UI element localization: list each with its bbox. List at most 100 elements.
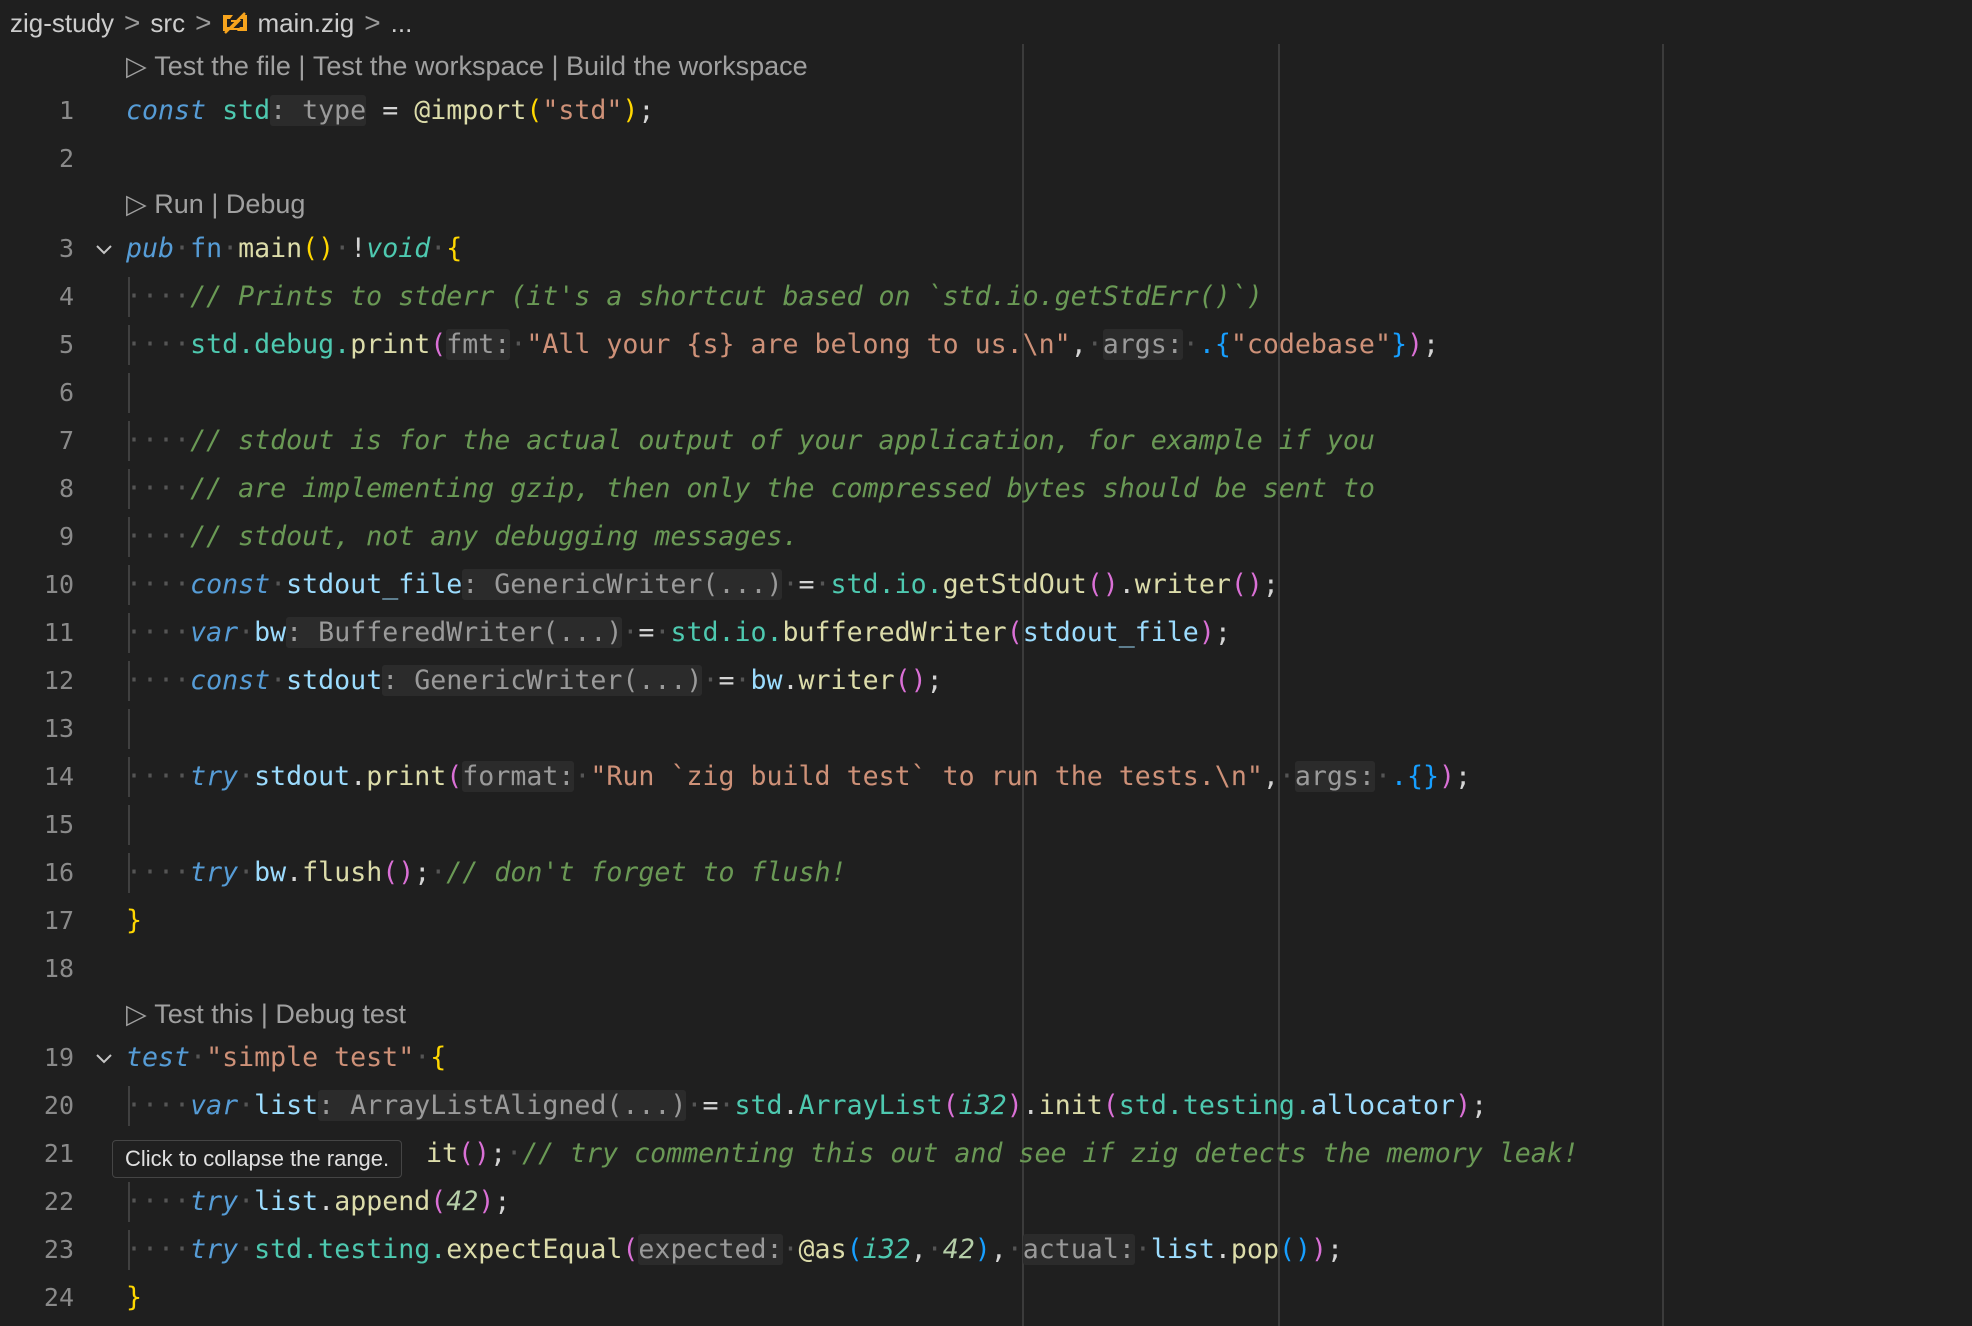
line-content[interactable]: const std: type = @import("std");: [126, 91, 654, 131]
param-hint: fmt:: [446, 329, 511, 360]
breadcrumb-folder-zig-study[interactable]: zig-study: [10, 8, 114, 39]
indent-guide: [128, 805, 130, 845]
token: const: [190, 569, 271, 600]
line-content[interactable]: ····// are implementing gzip, then only …: [126, 469, 1375, 509]
token: writer: [798, 665, 895, 696]
token: main: [238, 233, 303, 264]
code-line: 4 ····// Prints to stderr (it's a shortc…: [0, 277, 1972, 317]
token: ;: [1471, 1090, 1488, 1121]
code-line: 6: [0, 373, 1972, 413]
token: ,: [990, 1234, 1007, 1265]
bracket: }: [1422, 761, 1439, 792]
chevron-down-icon[interactable]: [92, 237, 116, 261]
param-hint: args:: [1102, 329, 1183, 360]
bracket: ): [1406, 329, 1423, 360]
comment: // stdout is for the actual output of yo…: [190, 425, 1375, 456]
type-hint: : GenericWriter(...): [462, 569, 783, 600]
string: "Run `zig build test` to run the tests.\…: [590, 761, 1263, 792]
line-content[interactable]: ····var·list: ArrayListAligned(...)·=·st…: [126, 1086, 1487, 1126]
line-content[interactable]: ····const·stdout: GenericWriter(...)·=·b…: [126, 661, 943, 701]
token: print: [366, 761, 447, 792]
type-hint: : ArrayListAligned(...): [318, 1090, 687, 1121]
bracket: (: [382, 857, 399, 888]
line-content[interactable]: ····const·stdout_file: GenericWriter(...…: [126, 565, 1279, 605]
token: ;: [414, 857, 431, 888]
codelens-debug-test[interactable]: Debug test: [275, 999, 406, 1030]
whitespace: ···: [126, 617, 175, 648]
token: @as: [798, 1234, 847, 1265]
line-number: 22: [43, 1187, 74, 1216]
bracket: ): [1439, 761, 1456, 792]
line-content[interactable]: it();·// try commenting this out and see…: [426, 1134, 1579, 1174]
token: .testing.: [1166, 1090, 1311, 1121]
line-content[interactable]: test·"simple test"·{: [126, 1038, 446, 1078]
codelens-test-file[interactable]: Test the file: [154, 51, 291, 82]
bracket: (: [430, 1186, 447, 1217]
breadcrumb-file[interactable]: main.zig: [221, 8, 354, 39]
line-number: 16: [43, 858, 74, 887]
token: allocator: [1310, 1090, 1456, 1121]
token: ;: [1262, 569, 1279, 600]
token: .: [1118, 569, 1135, 600]
whitespace: ···: [126, 281, 175, 312]
token: test: [126, 1042, 191, 1073]
token: =: [718, 665, 735, 696]
bracket: ): [1455, 1090, 1472, 1121]
token: try: [190, 1186, 239, 1217]
token: ;: [1455, 761, 1472, 792]
token: =: [638, 617, 655, 648]
code-line: 18: [0, 949, 1972, 989]
type-hint: : BufferedWriter(...): [286, 617, 623, 648]
line-number: 13: [43, 714, 74, 743]
codelens-test-workspace[interactable]: Test the workspace: [313, 51, 544, 82]
code-line: 1 const std: type = @import("std");: [0, 91, 1972, 131]
codelens-build-workspace[interactable]: Build the workspace: [566, 51, 808, 82]
whitespace: ···: [126, 665, 175, 696]
indent-guide: [128, 709, 130, 749]
run-icon: ▷: [126, 188, 147, 219]
codelens-debug[interactable]: Debug: [226, 189, 306, 220]
line-content[interactable]: ····try·stdout.print(format:·"Run `zig b…: [126, 757, 1471, 797]
token: writer: [1134, 569, 1231, 600]
token: pub: [126, 233, 175, 264]
codelens-run[interactable]: Run: [154, 189, 204, 220]
bracket: (: [622, 1234, 639, 1265]
line-content[interactable]: ····try·list.append(42);: [126, 1182, 510, 1222]
bracket: (: [1086, 569, 1103, 600]
bracket: {: [430, 1042, 447, 1073]
indent-guide: [128, 373, 130, 413]
line-content[interactable]: ····// Prints to stderr (it's a shortcut…: [126, 277, 1263, 317]
line-content[interactable]: ····// stdout, not any debugging message…: [126, 517, 798, 557]
code-line: 11 ····var·bw: BufferedWriter(...)·=·std…: [0, 613, 1972, 653]
line-content[interactable]: ····// stdout is for the actual output o…: [126, 421, 1375, 461]
token: void: [366, 233, 431, 264]
line-content[interactable]: pub·fn·main()·!void·{: [126, 229, 462, 269]
line-content[interactable]: ····try·std.testing.expectEqual(expected…: [126, 1230, 1343, 1270]
token: ;: [1422, 329, 1439, 360]
comment: // don't forget to flush!: [446, 857, 847, 888]
breadcrumb-symbol-more[interactable]: ...: [391, 8, 413, 39]
line-number: 20: [43, 1091, 74, 1120]
breadcrumb-folder-src[interactable]: src: [150, 8, 185, 39]
line-number: 1: [58, 96, 74, 125]
bracket: ): [1006, 1090, 1023, 1121]
code-line: 20 ····var·list: ArrayListAligned(...)·=…: [0, 1086, 1972, 1126]
token: stdout: [254, 761, 351, 792]
token: getStdOut: [942, 569, 1087, 600]
line-content[interactable]: ····try·bw.flush();·// don't forget to f…: [126, 853, 847, 893]
bracket: (: [1278, 1234, 1295, 1265]
line-number: 24: [43, 1283, 74, 1312]
line-content[interactable]: }: [126, 1278, 142, 1318]
code-line: 13: [0, 709, 1972, 749]
token: ,: [1070, 329, 1087, 360]
codelens-test-this[interactable]: Test this: [154, 999, 253, 1030]
line-number: 18: [43, 954, 74, 983]
line-content[interactable]: ····var·bw: BufferedWriter(...)·=·std.io…: [126, 613, 1231, 653]
line-number: 12: [43, 666, 74, 695]
chevron-down-icon[interactable]: [92, 1046, 116, 1070]
line-content[interactable]: ····std.debug.print(fmt:·"All your {s} a…: [126, 325, 1439, 365]
code-line: 23 ····try·std.testing.expectEqual(expec…: [0, 1230, 1972, 1270]
bracket: (: [1230, 569, 1247, 600]
line-content[interactable]: }: [126, 901, 142, 941]
whitespace: ···: [126, 1186, 175, 1217]
